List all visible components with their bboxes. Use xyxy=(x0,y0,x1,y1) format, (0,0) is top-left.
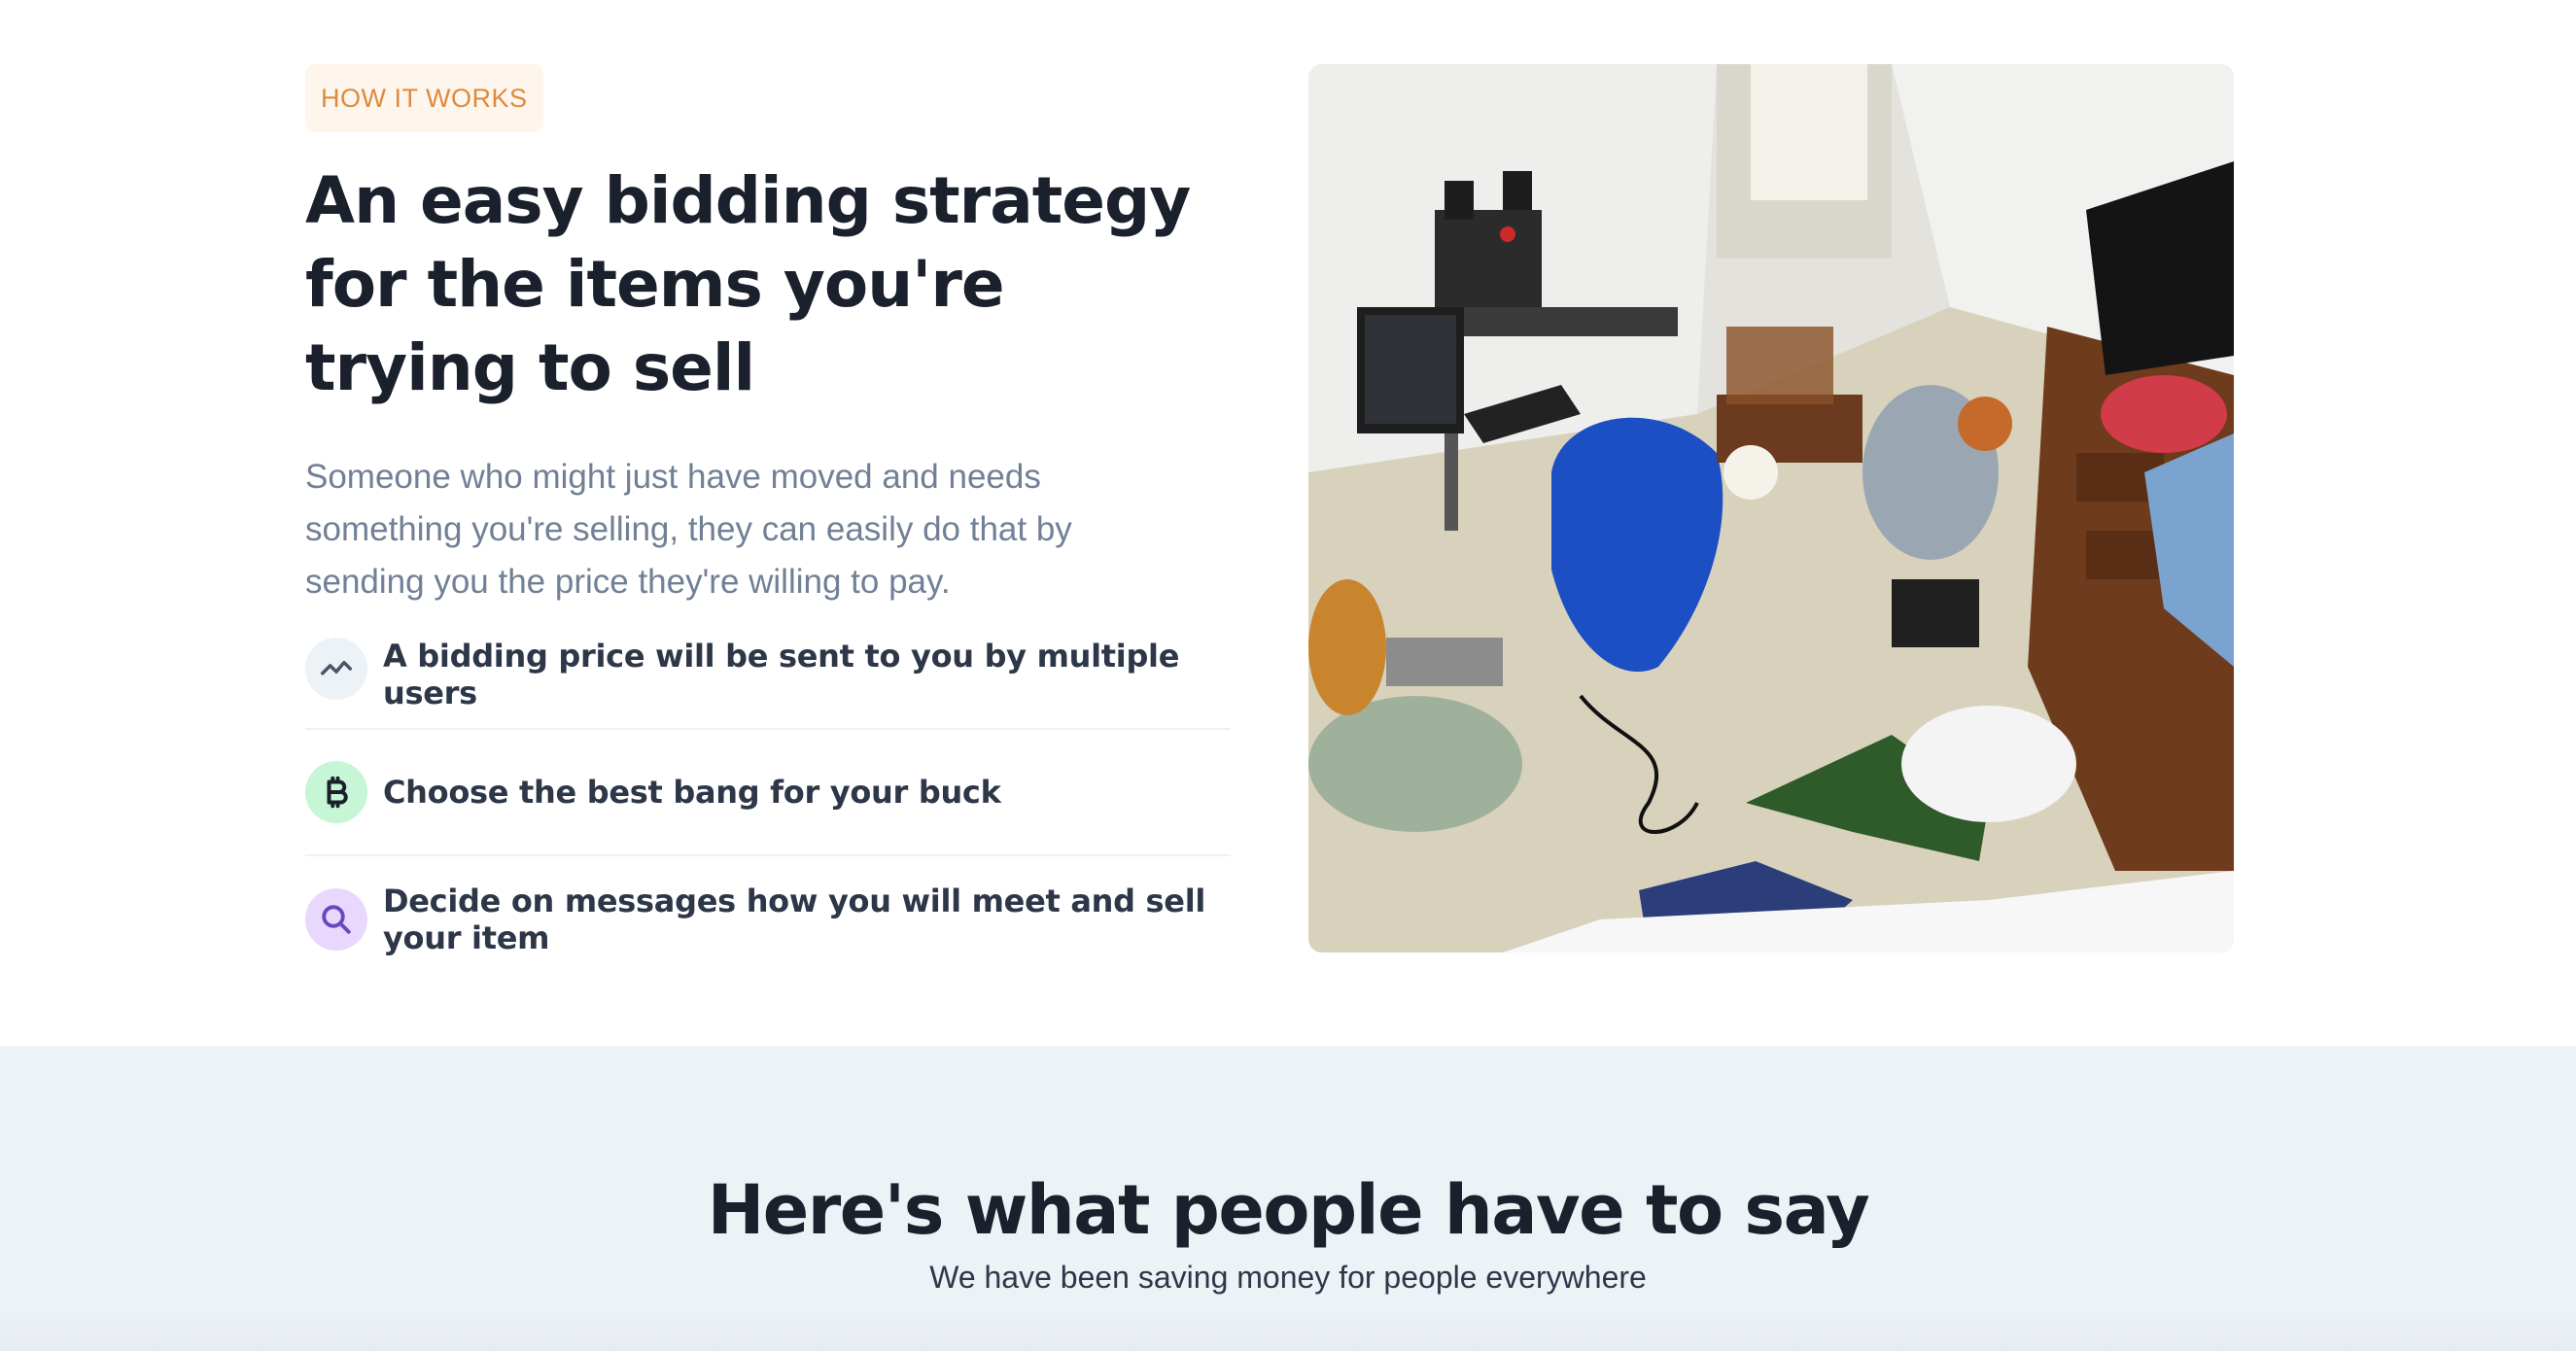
messy-room-photo xyxy=(1308,64,2234,953)
feature-label: Choose the best bang for your buck xyxy=(383,774,1001,811)
feature-item-messages: Decide on messages how you will meet and… xyxy=(305,856,1231,983)
feature-label: A bidding price will be sent to you by m… xyxy=(383,638,1180,711)
feature-item-best-value: Choose the best bang for your buck xyxy=(305,730,1231,856)
section-eyebrow-badge: HOW IT WORKS xyxy=(305,64,543,132)
feature-label: Decide on messages how you will meet and… xyxy=(383,883,1206,956)
feature-list: A bidding price will be sent to you by m… xyxy=(305,638,1231,983)
bitcoin-icon xyxy=(305,761,367,823)
feature-item-bidding: A bidding price will be sent to you by m… xyxy=(305,638,1231,730)
section-description: Someone who might just have moved and ne… xyxy=(305,458,1072,601)
section-fade xyxy=(0,1312,2576,1351)
testimonials-section: Here's what people have to say We have b… xyxy=(0,1046,2576,1351)
section-headline: An easy bidding strategy for the items y… xyxy=(305,163,1191,405)
how-it-works-section: HOW IT WORKS An easy bidding strategy fo… xyxy=(0,0,2576,1046)
trending-line-icon xyxy=(305,638,367,700)
how-it-works-content: HOW IT WORKS An easy bidding strategy fo… xyxy=(305,64,1231,983)
testimonials-title: Here's what people have to say xyxy=(707,1170,1870,1250)
testimonials-subtitle: We have been saving money for people eve… xyxy=(929,1260,1647,1295)
search-icon xyxy=(305,888,367,951)
